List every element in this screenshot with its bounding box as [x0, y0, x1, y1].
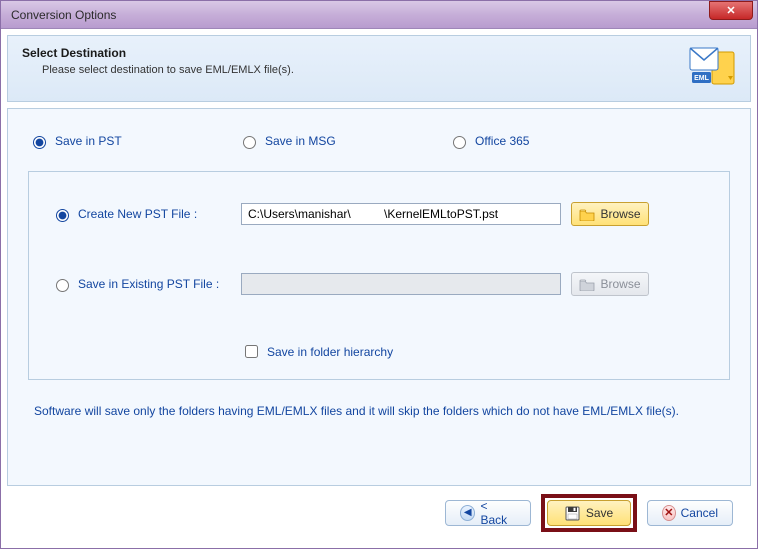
floppy-disk-icon — [565, 506, 580, 521]
browse-create-button[interactable]: Browse — [571, 202, 649, 226]
save-label: Save — [586, 506, 613, 520]
label-create-new-pst: Create New PST File : — [78, 207, 197, 221]
cancel-button[interactable]: ✕ Cancel — [647, 500, 733, 526]
label-existing-pst: Save in Existing PST File : — [78, 277, 219, 291]
window-title: Conversion Options — [11, 8, 116, 22]
label-save-msg: Save in MSG — [265, 134, 336, 148]
info-note: Software will save only the folders havi… — [34, 404, 730, 418]
label-office365: Office 365 — [475, 134, 529, 148]
titlebar: Conversion Options ✕ — [1, 1, 757, 29]
cancel-x-icon: ✕ — [662, 505, 676, 521]
radio-save-msg[interactable] — [243, 136, 256, 149]
existing-pst-path-input — [241, 273, 561, 295]
radio-office365[interactable] — [453, 136, 466, 149]
cancel-label: Cancel — [681, 506, 718, 520]
folder-open-icon — [579, 208, 595, 221]
option-create-new-pst[interactable]: Create New PST File : — [51, 206, 231, 222]
pst-options-box: Create New PST File : Browse Save — [28, 171, 730, 380]
conversion-options-window: Conversion Options ✕ Select Destination … — [0, 0, 758, 549]
main-panel: Save in PST Save in MSG Office 365 Creat… — [7, 108, 751, 486]
hierarchy-checkbox[interactable] — [245, 345, 258, 358]
radio-create-new-pst[interactable] — [56, 209, 69, 222]
svg-text:EML: EML — [694, 75, 710, 82]
back-label: < Back — [480, 499, 516, 527]
option-existing-pst[interactable]: Save in Existing PST File : — [51, 276, 231, 292]
header-subtitle: Please select destination to save EML/EM… — [42, 64, 294, 76]
button-bar: ◀ < Back Save ✕ Cancel — [7, 486, 751, 542]
option-office365[interactable]: Office 365 — [448, 133, 608, 149]
radio-save-pst[interactable] — [33, 136, 46, 149]
arrow-left-icon: ◀ — [460, 505, 475, 521]
window-close-button[interactable]: ✕ — [709, 1, 753, 20]
browse-existing-label: Browse — [600, 277, 640, 291]
save-button-highlight: Save — [541, 494, 637, 532]
eml-file-icon: EML — [688, 46, 736, 91]
browse-existing-button: Browse — [571, 272, 649, 296]
header-panel: Select Destination Please select destina… — [7, 35, 751, 102]
hierarchy-label: Save in folder hierarchy — [267, 345, 393, 359]
save-button[interactable]: Save — [547, 500, 631, 526]
create-pst-path-input[interactable] — [241, 203, 561, 225]
browse-create-label: Browse — [600, 207, 640, 221]
label-save-pst: Save in PST — [55, 134, 122, 148]
option-save-msg[interactable]: Save in MSG — [238, 133, 438, 149]
header-title: Select Destination — [22, 46, 294, 60]
close-icon: ✕ — [726, 4, 735, 17]
radio-existing-pst[interactable] — [56, 279, 69, 292]
back-button[interactable]: ◀ < Back — [445, 500, 531, 526]
folder-icon — [579, 278, 595, 291]
option-save-pst[interactable]: Save in PST — [28, 133, 228, 149]
